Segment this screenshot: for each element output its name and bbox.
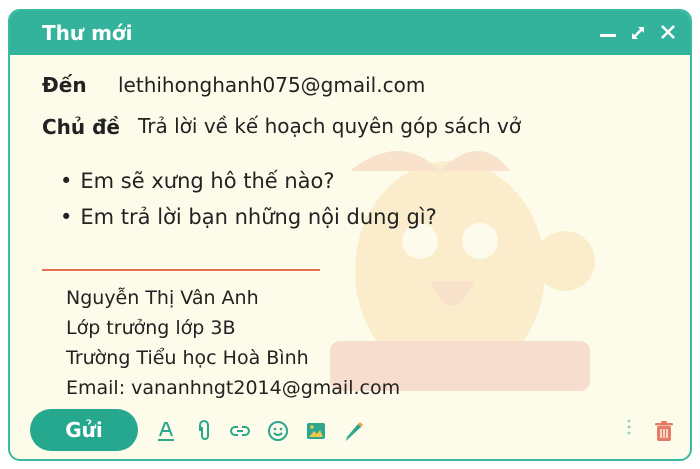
more-icon[interactable] — [626, 415, 632, 439]
body-bullet: Em sẽ xưng hô thế nào? — [60, 163, 437, 199]
signature-divider — [42, 269, 320, 271]
attachment-icon[interactable] — [192, 419, 216, 443]
message-body[interactable]: Em sẽ xưng hô thế nào? Em trả lời bạn nh… — [60, 163, 437, 235]
close-icon[interactable] — [656, 19, 680, 45]
signature-email: Email: vananhngt2014@gmail.com — [66, 377, 401, 399]
image-icon[interactable] — [304, 419, 328, 443]
to-field[interactable]: lethihonghanh075@gmail.com — [118, 73, 425, 97]
minimize-icon[interactable] — [596, 19, 620, 45]
text-format-icon[interactable] — [154, 419, 178, 443]
window-title: Thư mới — [42, 21, 133, 45]
send-button[interactable]: Gửi — [30, 409, 138, 451]
trash-icon[interactable] — [652, 419, 676, 443]
signature-role: Lớp trưởng lớp 3B — [66, 317, 236, 339]
pen-icon[interactable] — [342, 419, 366, 443]
compose-window: Thư mới Đến lethihonghanh075@gmail.com C… — [8, 9, 692, 461]
signature-school: Trường Tiểu học Hoà Bình — [66, 347, 309, 369]
signature: Nguyễn Thị Vân Anh Lớp trưởng lớp 3B Trư… — [66, 283, 400, 403]
signature-name: Nguyễn Thị Vân Anh — [66, 287, 259, 309]
body-bullet: Em trả lời bạn những nội dung gì? — [60, 199, 436, 235]
subject-field[interactable]: Trả lời về kế hoạch quyên góp sách vở — [138, 114, 521, 138]
link-icon[interactable] — [228, 419, 252, 443]
subject-label: Chủ đề — [42, 115, 120, 139]
title-bar: Thư mới — [10, 11, 690, 55]
emoji-icon[interactable] — [266, 419, 290, 443]
expand-icon[interactable] — [626, 19, 650, 45]
to-label: Đến — [42, 73, 87, 97]
